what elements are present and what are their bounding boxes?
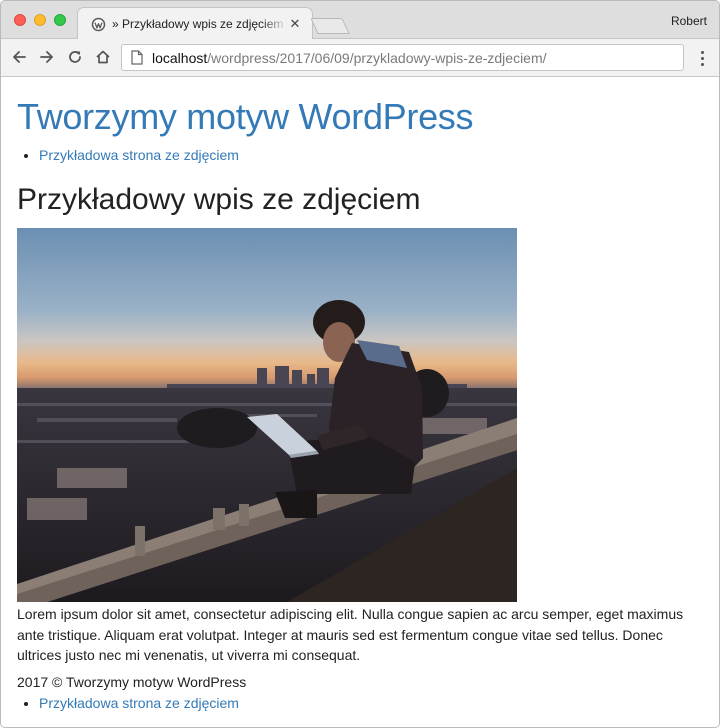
wordpress-icon (90, 16, 106, 32)
post-title: Przykładowy wpis ze zdjęciem (17, 183, 421, 216)
tab-title: » Przykładowy wpis ze zdjęciem (112, 17, 284, 31)
minimize-window-button[interactable] (34, 14, 46, 26)
post-featured-image (17, 228, 517, 602)
menu-item: Przykładowa strona ze zdjęciem (39, 146, 239, 164)
forward-arrow-icon[interactable] (37, 47, 57, 67)
browser-window: » Przykładowy wpis ze zdjęciem ✕ Robert … (0, 0, 720, 728)
menu-link[interactable]: Przykładowa strona ze zdjęciem (39, 147, 239, 163)
page-icon (130, 50, 144, 66)
browser-tab[interactable]: » Przykładowy wpis ze zdjęciem ✕ (77, 7, 313, 40)
tab-strip: » Przykładowy wpis ze zdjęciem ✕ Robert (1, 1, 719, 40)
menu-item: Przykładowa strona ze zdjęciem (39, 694, 239, 712)
profile-name[interactable]: Robert (671, 14, 707, 28)
footer-copyright: 2017 © Tworzymy motyw WordPress (17, 674, 247, 690)
url-path: /wordpress/2017/06/09/przykladowy-wpis-z… (207, 49, 547, 66)
url-host: localhost (152, 49, 208, 66)
page-viewport: Tworzymy motyw WordPress Przykładowa str… (1, 78, 719, 727)
header-menu: Przykładowa strona ze zdjęciem (39, 146, 239, 164)
close-icon[interactable]: ✕ (288, 16, 302, 31)
footer-menu: Przykładowa strona ze zdjęciem (39, 694, 239, 712)
site-title-link[interactable]: Tworzymy motyw WordPress (17, 96, 474, 138)
menu-link[interactable]: Przykładowa strona ze zdjęciem (39, 695, 239, 711)
new-tab-button[interactable] (310, 18, 350, 34)
maximize-window-button[interactable] (54, 14, 66, 26)
browser-toolbar: localhost/wordpress/2017/06/09/przyklado… (1, 39, 719, 77)
reload-icon[interactable] (65, 47, 85, 67)
post-body: Lorem ipsum dolor sit amet, consectetur … (17, 606, 684, 663)
back-arrow-icon[interactable] (9, 47, 29, 67)
address-bar[interactable]: localhost/wordpress/2017/06/09/przyklado… (121, 44, 684, 71)
url-text: localhost/wordpress/2017/06/09/przyklado… (152, 50, 547, 66)
more-menu-icon[interactable] (694, 48, 710, 68)
close-window-button[interactable] (14, 14, 26, 26)
home-icon[interactable] (93, 47, 113, 67)
